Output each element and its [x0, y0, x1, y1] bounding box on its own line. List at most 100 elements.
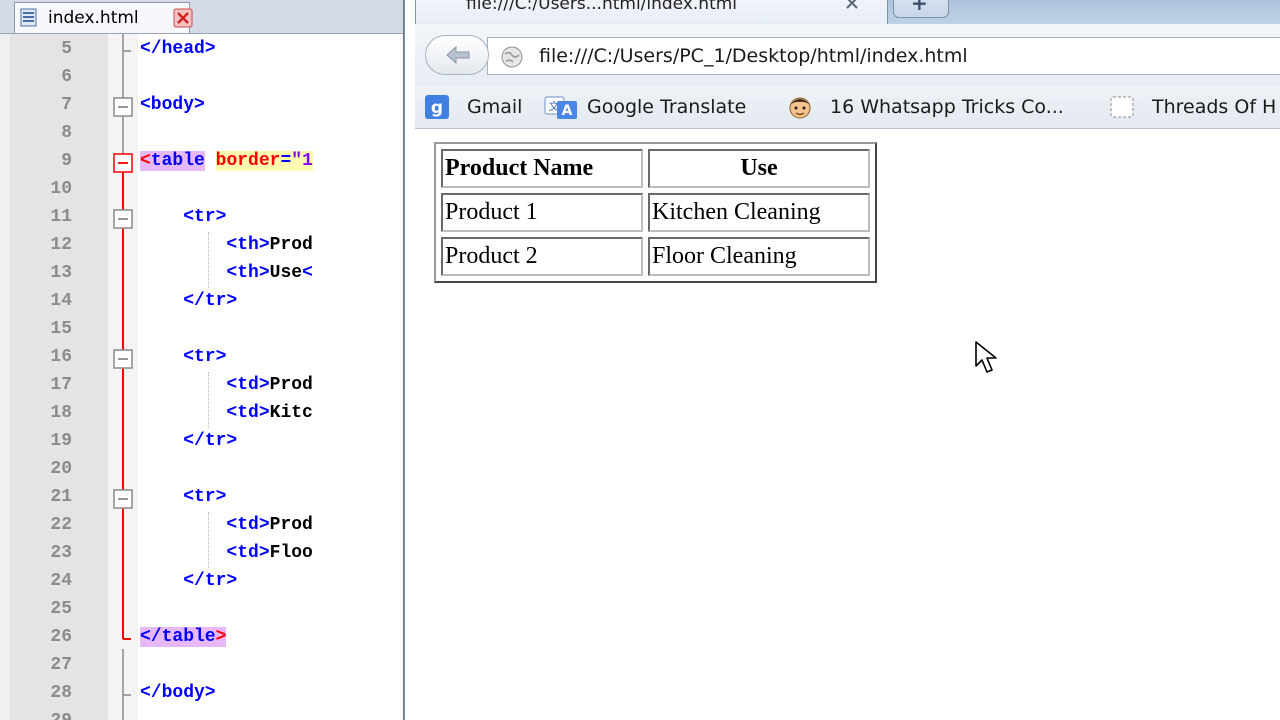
browser-tab-strip: file:///C:/Users...html/index.html +	[415, 0, 1280, 24]
code-line[interactable]: 28 </body>	[10, 680, 405, 708]
code-text: <body>	[140, 95, 205, 115]
browser-tab[interactable]: file:///C:/Users...html/index.html	[415, 0, 888, 24]
code-line[interactable]: 7 <body>	[10, 92, 405, 120]
line-number: 14	[50, 291, 72, 311]
code-line[interactable]: 14 </tr>	[10, 288, 405, 316]
code-text: <td>Prod	[226, 515, 313, 535]
bookmark-label: Gmail	[467, 96, 523, 118]
code-text: </tr>	[183, 431, 238, 451]
indent-guide	[208, 232, 209, 288]
page-content: Product Name Use Product 1 Kitchen Clean…	[415, 129, 1280, 720]
code-text: <td>Kitc	[226, 403, 313, 423]
bookmark-label: Google Translate	[587, 96, 747, 118]
line-number: 23	[50, 543, 72, 563]
code-line[interactable]: 5 </head>	[10, 36, 405, 64]
code-text: </head>	[140, 39, 216, 59]
line-number: 21	[50, 487, 72, 507]
line-number: 19	[50, 431, 72, 451]
close-icon[interactable]	[844, 0, 860, 11]
editor-tab-bar: index.html	[0, 0, 405, 34]
code-text: <th>Use<	[226, 263, 313, 283]
code-line[interactable]: 10	[10, 176, 405, 204]
line-number: 24	[50, 571, 72, 591]
line-number: 18	[50, 403, 72, 423]
code-line[interactable]: 8	[10, 120, 405, 148]
line-number: 13	[50, 263, 72, 283]
line-number: 11	[50, 207, 72, 227]
browser-toolbar: file:///C:/Users/PC_1/Desktop/html/index…	[415, 24, 1280, 86]
code-line[interactable]: 27	[10, 652, 405, 680]
table-cell: Floor Cleaning	[648, 237, 870, 276]
code-text: <table border="1	[140, 151, 313, 171]
code-line[interactable]: 11 <tr>	[10, 204, 405, 232]
code-editor-pane[interactable]: index.html 5 </head> 6 7 <body> 8 9 <table bord…	[0, 0, 405, 720]
table-header-cell: Use	[648, 149, 870, 188]
code-line[interactable]: 26 </table>	[10, 624, 405, 652]
code-text: <td>Floo	[226, 543, 313, 563]
address-url: file:///C:/Users/PC_1/Desktop/html/index…	[539, 45, 968, 67]
indent-guide	[208, 512, 209, 568]
file-icon	[20, 8, 37, 27]
window-edge	[403, 0, 405, 720]
code-line[interactable]: 19 </tr>	[10, 428, 405, 456]
code-line[interactable]: 9 <table border="1	[10, 148, 405, 176]
code-text: <tr>	[183, 207, 227, 227]
code-text: <tr>	[183, 347, 227, 367]
line-number: 10	[50, 179, 72, 199]
line-number: 9	[61, 151, 72, 171]
code-text: </tr>	[183, 291, 238, 311]
globe-icon	[501, 46, 523, 68]
line-number: 8	[61, 123, 72, 143]
new-tab-button[interactable]: +	[893, 0, 949, 18]
close-icon[interactable]	[173, 8, 193, 28]
editor-body[interactable]: 5 </head> 6 7 <body> 8 9 <table border="1 10 11 <…	[0, 34, 405, 720]
code-line[interactable]: 24 </tr>	[10, 568, 405, 596]
blank-page-icon	[1110, 96, 1134, 118]
code-text: <td>Prod	[226, 375, 313, 395]
mouse-cursor-icon	[975, 341, 997, 373]
editor-tab-label: index.html	[48, 8, 139, 28]
line-number: 6	[61, 67, 72, 87]
svg-text:g: g	[431, 98, 443, 118]
code-line[interactable]: 15	[10, 316, 405, 344]
code-text: </body>	[140, 683, 216, 703]
browser-window: file:///C:/Users...html/index.html + fil…	[415, 0, 1280, 720]
table-header-row: Product Name Use	[441, 149, 870, 188]
bookmark-label: Threads Of H	[1152, 96, 1277, 118]
back-button[interactable]	[425, 35, 489, 75]
code-line[interactable]: 29	[10, 708, 405, 720]
line-number: 16	[50, 347, 72, 367]
line-number: 29	[10, 711, 72, 720]
product-table: Product Name Use Product 1 Kitchen Clean…	[434, 142, 877, 283]
table-cell: Kitchen Cleaning	[648, 193, 870, 232]
line-number: 20	[50, 459, 72, 479]
svg-text:A: A	[562, 103, 573, 119]
code-line[interactable]: 25	[10, 596, 405, 624]
table-cell: Product 1	[441, 193, 643, 232]
face-icon	[789, 97, 811, 119]
line-number: 17	[50, 375, 72, 395]
editor-tab-index-html[interactable]: index.html	[14, 2, 193, 33]
address-bar[interactable]: file:///C:/Users/PC_1/Desktop/html/index…	[487, 37, 1280, 75]
table-row: Product 2 Floor Cleaning	[441, 237, 870, 276]
code-line[interactable]: 20	[10, 456, 405, 484]
table-row: Product 1 Kitchen Cleaning	[441, 193, 870, 232]
line-number: 25	[50, 599, 72, 619]
google-icon: g	[425, 95, 449, 119]
indent-guide	[208, 372, 209, 428]
code-text: <tr>	[183, 487, 227, 507]
line-number: 12	[50, 235, 72, 255]
bookmarks-bar: g Gmail 文 A Google Translate 16 Whatsapp…	[415, 86, 1280, 129]
line-number: 7	[61, 95, 72, 115]
browser-tab-title: file:///C:/Users...html/index.html	[466, 0, 738, 14]
line-number: 28	[50, 683, 72, 703]
code-line[interactable]: 16 <tr>	[10, 344, 405, 372]
code-line[interactable]: 21 <tr>	[10, 484, 405, 512]
code-line[interactable]: 6	[10, 64, 405, 92]
plus-icon: +	[911, 0, 928, 15]
code-text: <th>Prod	[226, 235, 313, 255]
translate-icon: 文 A	[544, 96, 577, 119]
line-number: 15	[50, 319, 72, 339]
bookmark-label: 16 Whatsapp Tricks Co...	[830, 96, 1064, 118]
line-number: 27	[50, 655, 72, 675]
